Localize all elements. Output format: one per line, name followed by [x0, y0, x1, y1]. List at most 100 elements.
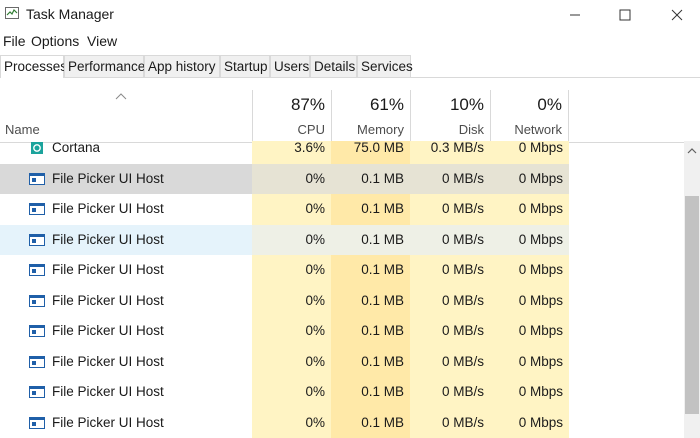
- app-window-icon: [29, 416, 45, 429]
- process-row[interactable]: File Picker UI Host 0% 0.1 MB 0 MB/s 0 Mbps: [0, 163, 684, 194]
- task-manager-icon: [5, 7, 19, 19]
- network-value: 0 Mbps: [490, 377, 569, 408]
- tab-processes[interactable]: Processes: [0, 55, 67, 78]
- sort-ascending-icon: [115, 93, 127, 100]
- scrollbar-thumb[interactable]: [685, 196, 699, 414]
- cpu-value: 0%: [252, 194, 331, 225]
- process-name-cell: File Picker UI Host: [0, 316, 252, 347]
- vertical-scrollbar[interactable]: [684, 141, 700, 438]
- title-bar[interactable]: Task Manager: [0, 0, 700, 30]
- close-icon: [671, 9, 683, 21]
- disk-value: 0 MB/s: [410, 224, 490, 255]
- memory-value: 0.1 MB: [331, 255, 410, 286]
- cpu-value: 0%: [252, 285, 331, 316]
- memory-value: 0.1 MB: [331, 407, 410, 438]
- process-name-cell: File Picker UI Host: [0, 408, 252, 438]
- minimize-button[interactable]: [552, 0, 598, 30]
- network-value: 0 Mbps: [490, 194, 569, 225]
- scroll-up-icon[interactable]: [687, 147, 697, 155]
- disk-column-label: Disk: [458, 122, 484, 137]
- minimize-icon: [570, 14, 580, 16]
- network-value: 0 Mbps: [490, 141, 569, 164]
- memory-total-percent: 61%: [369, 95, 404, 114]
- cpu-value: 0%: [252, 377, 331, 408]
- maximize-icon: [619, 9, 631, 21]
- network-value: 0 Mbps: [490, 407, 569, 438]
- menu-options[interactable]: Options: [31, 33, 79, 49]
- cpu-value: 0%: [252, 224, 331, 255]
- close-button[interactable]: [654, 0, 700, 30]
- memory-value: 0.1 MB: [331, 346, 410, 377]
- tab-services[interactable]: Services: [357, 55, 413, 77]
- disk-value: 0.3 MB/s: [410, 141, 490, 164]
- memory-value: 0.1 MB: [331, 224, 410, 255]
- network-value: 0 Mbps: [490, 224, 569, 255]
- app-window-icon: [29, 264, 45, 277]
- menu-view[interactable]: View: [87, 33, 117, 49]
- process-name-cell: File Picker UI Host: [0, 224, 252, 255]
- network-value: 0 Mbps: [490, 316, 569, 347]
- cpu-total-percent: 87%: [290, 95, 325, 114]
- process-row[interactable]: Cortana 3.6% 75.0 MB 0.3 MB/s 0 Mbps: [0, 141, 684, 164]
- process-row[interactable]: File Picker UI Host 0% 0.1 MB 0 MB/s 0 Mbps: [0, 194, 684, 225]
- name-column-header[interactable]: Name: [5, 122, 40, 137]
- process-name-cell: File Picker UI Host: [0, 377, 252, 408]
- disk-total-percent: 10%: [449, 95, 484, 114]
- process-name: File Picker UI Host: [52, 231, 164, 247]
- cpu-value: 0%: [252, 163, 331, 194]
- network-total-percent: 0%: [537, 95, 562, 114]
- app-window-icon: [29, 325, 45, 338]
- process-name-cell: Cortana: [0, 141, 252, 164]
- disk-value: 0 MB/s: [410, 346, 490, 377]
- memory-value: 0.1 MB: [331, 163, 410, 194]
- disk-value: 0 MB/s: [410, 285, 490, 316]
- process-row[interactable]: File Picker UI Host 0% 0.1 MB 0 MB/s 0 Mbps: [0, 316, 684, 347]
- memory-column-header[interactable]: 61% Memory: [331, 90, 410, 142]
- maximize-button[interactable]: [602, 0, 648, 30]
- network-column-header[interactable]: 0% Network: [490, 90, 569, 142]
- cortana-icon: [31, 142, 43, 155]
- tab-app-history[interactable]: App history: [144, 55, 220, 77]
- process-row[interactable]: File Picker UI Host 0% 0.1 MB 0 MB/s 0 Mbps: [0, 407, 684, 438]
- disk-value: 0 MB/s: [410, 377, 490, 408]
- disk-value: 0 MB/s: [410, 163, 490, 194]
- tab-performance[interactable]: Performance: [64, 55, 145, 77]
- disk-column-header[interactable]: 10% Disk: [410, 90, 490, 142]
- cpu-value: 0%: [252, 255, 331, 286]
- network-value: 0 Mbps: [490, 346, 569, 377]
- process-row[interactable]: File Picker UI Host 0% 0.1 MB 0 MB/s 0 Mbps: [0, 255, 684, 286]
- process-name-cell: File Picker UI Host: [0, 163, 252, 194]
- process-name: File Picker UI Host: [52, 384, 164, 400]
- app-window-icon: [29, 233, 45, 246]
- disk-value: 0 MB/s: [410, 255, 490, 286]
- cpu-column-header[interactable]: 87% CPU: [252, 90, 331, 142]
- process-name-cell: File Picker UI Host: [0, 255, 252, 286]
- process-row[interactable]: File Picker UI Host 0% 0.1 MB 0 MB/s 0 Mbps: [0, 285, 684, 316]
- network-value: 0 Mbps: [490, 255, 569, 286]
- app-window-icon: [29, 294, 45, 307]
- process-row[interactable]: File Picker UI Host 0% 0.1 MB 0 MB/s 0 Mbps: [0, 346, 684, 378]
- disk-value: 0 MB/s: [410, 316, 490, 347]
- memory-value: 0.1 MB: [331, 316, 410, 347]
- menu-file[interactable]: File: [3, 33, 26, 49]
- process-name: File Picker UI Host: [52, 201, 164, 217]
- process-name-cell: File Picker UI Host: [0, 194, 252, 225]
- column-header: Name 87% CPU 61% Memory 10% Disk 0% Netw…: [0, 90, 700, 143]
- tab-users[interactable]: Users: [270, 55, 310, 77]
- process-name: File Picker UI Host: [52, 353, 164, 369]
- network-value: 0 Mbps: [490, 163, 569, 194]
- tab-bar: Processes Performance App history Startu…: [0, 55, 700, 78]
- process-list: Cortana 3.6% 75.0 MB 0.3 MB/s 0 Mbps File Pic…: [0, 141, 684, 438]
- process-name: Cortana: [52, 141, 101, 156]
- process-row[interactable]: File Picker UI Host 0% 0.1 MB 0 MB/s 0 Mbps: [0, 377, 684, 408]
- cpu-value: 0%: [252, 346, 331, 377]
- cpu-value: 3.6%: [252, 141, 331, 164]
- tab-details[interactable]: Details: [310, 55, 357, 77]
- process-name: File Picker UI Host: [52, 292, 164, 308]
- cpu-value: 0%: [252, 407, 331, 438]
- process-name-cell: File Picker UI Host: [0, 347, 252, 378]
- process-row[interactable]: File Picker UI Host 0% 0.1 MB 0 MB/s 0 Mbps: [0, 224, 684, 255]
- process-name: File Picker UI Host: [52, 414, 164, 430]
- tab-startup[interactable]: Startup: [220, 55, 270, 77]
- process-name: File Picker UI Host: [52, 262, 164, 278]
